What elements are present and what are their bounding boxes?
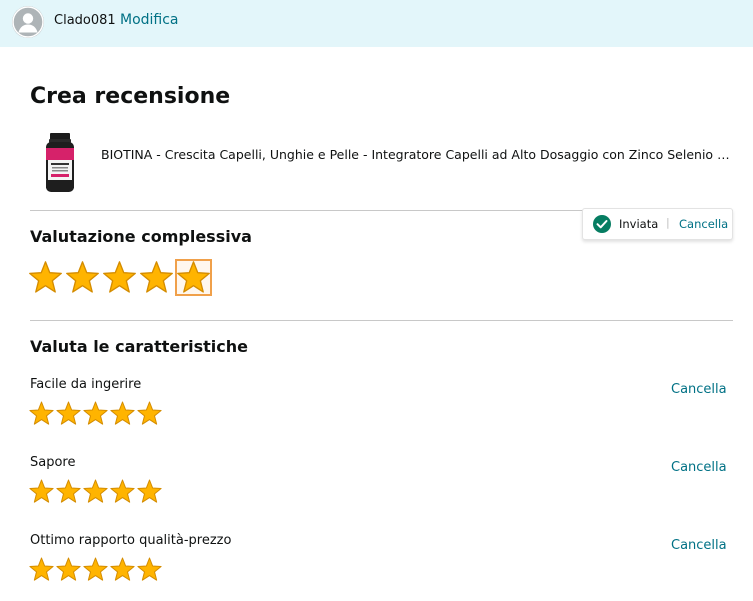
feature-stars-value-for-money (28, 556, 163, 583)
star-icon[interactable] (175, 259, 212, 296)
status-separator: | (666, 216, 670, 229)
feature-label-easy-to-swallow: Facile da ingerire (30, 377, 142, 392)
feature-stars-easy-to-swallow (28, 400, 163, 427)
overall-rating-stars (27, 259, 212, 296)
star-icon[interactable] (138, 259, 175, 296)
star-icon[interactable] (109, 478, 136, 505)
feature-label-value-for-money: Ottimo rapporto qualità-prezzo (30, 533, 232, 548)
avatar[interactable] (12, 6, 44, 38)
star-icon[interactable] (55, 556, 82, 583)
overall-rating-heading: Valutazione complessiva (30, 227, 252, 246)
divider (30, 320, 733, 321)
star-icon[interactable] (82, 556, 109, 583)
star-icon[interactable] (55, 400, 82, 427)
star-icon[interactable] (64, 259, 101, 296)
star-icon[interactable] (136, 400, 163, 427)
feature-cancel-easy-to-swallow[interactable]: Cancella (671, 382, 727, 397)
star-icon[interactable] (28, 400, 55, 427)
star-icon[interactable] (27, 259, 64, 296)
star-icon[interactable] (136, 478, 163, 505)
star-icon[interactable] (82, 478, 109, 505)
star-icon[interactable] (136, 556, 163, 583)
product-title[interactable]: BIOTINA - Crescita Capelli, Unghie e Pel… (101, 147, 731, 162)
star-icon[interactable] (28, 478, 55, 505)
page-title: Crea recensione (30, 84, 231, 109)
star-icon[interactable] (109, 400, 136, 427)
user-icon (12, 6, 44, 38)
product-image (43, 132, 77, 194)
status-text: Inviata (619, 217, 659, 231)
features-heading: Valuta le caratteristiche (30, 337, 248, 356)
star-icon[interactable] (55, 478, 82, 505)
feature-cancel-value-for-money[interactable]: Cancella (671, 538, 727, 553)
profile-header: Clado081 Modifica (0, 0, 753, 47)
username: Clado081 (54, 13, 116, 28)
submission-status: Inviata | Cancella (582, 208, 733, 240)
star-icon[interactable] (109, 556, 136, 583)
status-cancel-link[interactable]: Cancella (679, 217, 728, 231)
star-icon[interactable] (101, 259, 138, 296)
star-icon[interactable] (82, 400, 109, 427)
feature-cancel-taste[interactable]: Cancella (671, 460, 727, 475)
check-circle-icon (593, 215, 611, 233)
star-icon[interactable] (28, 556, 55, 583)
feature-stars-taste (28, 478, 163, 505)
edit-profile-link[interactable]: Modifica (120, 12, 179, 28)
feature-label-taste: Sapore (30, 455, 76, 470)
